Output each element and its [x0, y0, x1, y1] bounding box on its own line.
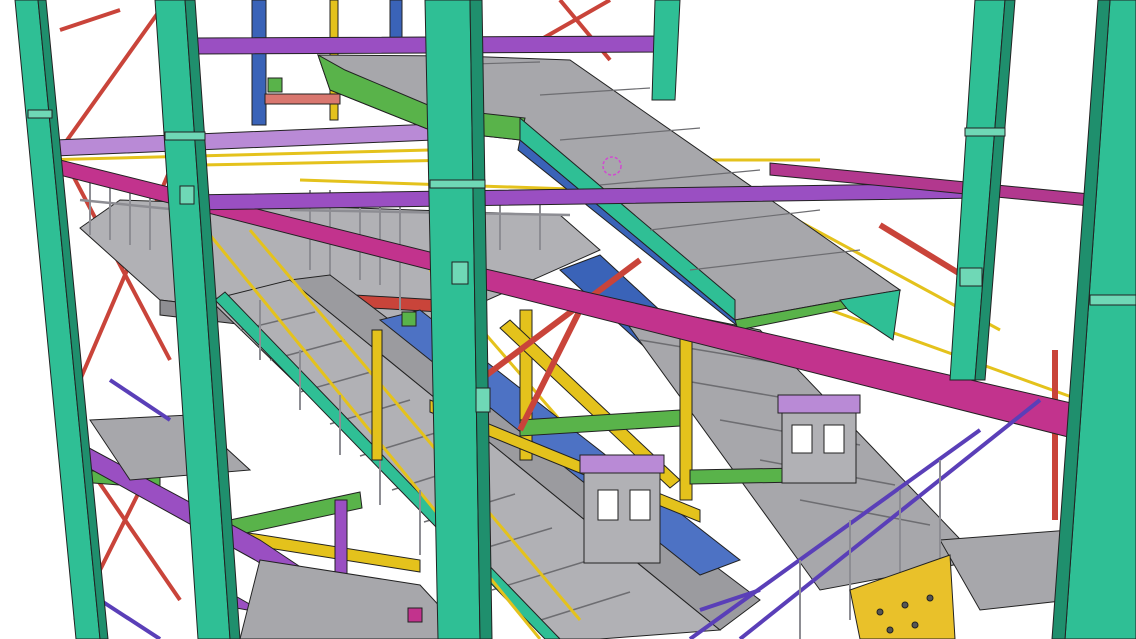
structure-scene [0, 0, 1136, 639]
column-back-center [651, 0, 681, 101]
